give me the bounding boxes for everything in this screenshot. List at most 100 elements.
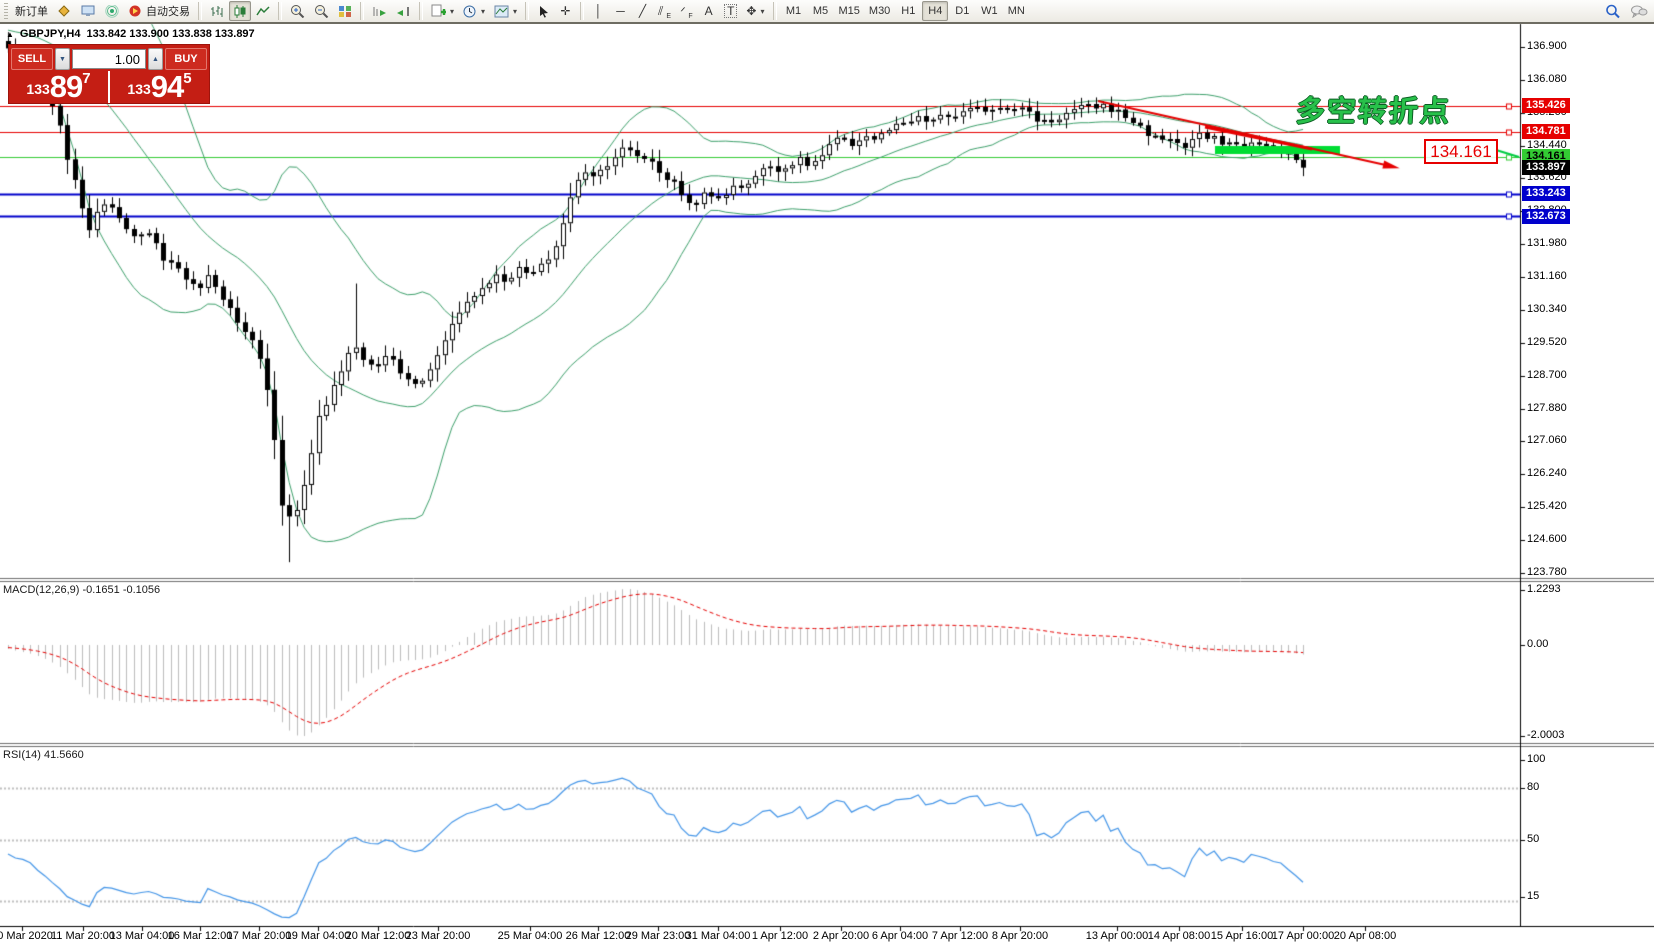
signal-icon bbox=[105, 5, 120, 18]
rsi-tick-label: 80 bbox=[1527, 781, 1539, 793]
timeframe-h4[interactable]: H4 bbox=[922, 1, 948, 21]
channel-tool-button[interactable]: ⫽ E bbox=[654, 1, 675, 21]
arrows-icon: ✥ bbox=[746, 5, 756, 17]
add-indicator-caret[interactable]: ▾ bbox=[450, 7, 454, 16]
price-tag-135.426: 135.426 bbox=[1522, 98, 1570, 113]
rsi-tick-label: 100 bbox=[1527, 753, 1545, 765]
text-label-icon: T bbox=[724, 4, 737, 18]
chart-area[interactable] bbox=[0, 0, 1654, 948]
price-tick-label: 123.780 bbox=[1527, 566, 1567, 578]
bar-chart-icon bbox=[210, 5, 224, 18]
time-axis-label: 17 Mar 20:00 bbox=[227, 930, 292, 942]
channel-letter: E bbox=[666, 13, 671, 20]
sell-price-sup: 7 bbox=[82, 72, 90, 86]
timeframe-m30[interactable]: M30 bbox=[865, 1, 894, 21]
price-level-box[interactable]: 134.161 bbox=[1424, 139, 1498, 164]
hline-tool-button[interactable]: ─ bbox=[610, 1, 631, 21]
time-axis-label: 8 Apr 20:00 bbox=[992, 930, 1048, 942]
time-axis-label: 29 Mar 23:00 bbox=[626, 930, 691, 942]
chart-shift-icon bbox=[396, 5, 411, 18]
buy-price-prefix: 133 bbox=[127, 76, 150, 102]
bar-chart-button[interactable] bbox=[206, 1, 228, 21]
time-axis-label: 14 Apr 08:00 bbox=[1148, 930, 1210, 942]
symbol-info[interactable]: ▲ GBPJPY,H4 133.842 133.900 133.838 133.… bbox=[6, 28, 255, 40]
rsi-indicator-label: RSI(14) 41.5660 bbox=[3, 749, 84, 761]
time-axis-label: 16 Mar 12:00 bbox=[168, 930, 233, 942]
time-axis-label: 7 Apr 12:00 bbox=[932, 930, 988, 942]
sell-price[interactable]: 133 89 7 bbox=[9, 71, 110, 103]
price-tick-label: 124.600 bbox=[1527, 533, 1567, 545]
channel-icon: ⫽ bbox=[658, 5, 663, 17]
charts-profile-button[interactable] bbox=[53, 1, 76, 21]
timeframe-m5[interactable]: M5 bbox=[808, 1, 834, 21]
auto-scroll-button[interactable] bbox=[368, 1, 391, 21]
cursor-tool-button[interactable] bbox=[533, 1, 554, 21]
autotrading-label: 自动交易 bbox=[146, 3, 190, 19]
candlestick-chart-button[interactable] bbox=[229, 1, 251, 21]
market-watch-button[interactable] bbox=[77, 1, 100, 21]
price-tick-label: 127.880 bbox=[1527, 402, 1567, 414]
price-tick-label: 136.080 bbox=[1527, 73, 1567, 85]
chat-icon bbox=[1630, 4, 1648, 18]
arrows-caret[interactable]: ▾ bbox=[760, 7, 764, 16]
tile-windows-button[interactable] bbox=[334, 1, 356, 21]
price-tick-label: 130.340 bbox=[1527, 303, 1567, 315]
timeframe-m15[interactable]: M15 bbox=[835, 1, 864, 21]
toolbar-drag-handle[interactable] bbox=[4, 3, 8, 19]
buy-price[interactable]: 133 94 5 bbox=[110, 71, 209, 103]
autotrading-button[interactable]: 自动交易 bbox=[125, 1, 194, 21]
search-icon bbox=[1605, 4, 1621, 19]
buy-price-sup: 5 bbox=[183, 72, 191, 86]
chart-shift-button[interactable] bbox=[392, 1, 415, 21]
timeframe-bar: M1M5M15M30H1H4D1W1MN bbox=[781, 1, 1030, 21]
symbol-ohlc: 133.842 133.900 133.838 133.897 bbox=[86, 28, 254, 40]
mt4-window: { "window":{"bg":"#ffffff","toolbar_bg":… bbox=[0, 0, 1654, 948]
volume-increase-button[interactable]: ▲ bbox=[148, 48, 163, 70]
periods-button[interactable]: ▾ bbox=[459, 1, 489, 21]
timeframe-m1[interactable]: M1 bbox=[781, 1, 807, 21]
signals-button[interactable] bbox=[101, 1, 124, 21]
macd-tick-label: 1.2293 bbox=[1527, 583, 1561, 595]
timeframe-h1[interactable]: H1 bbox=[895, 1, 921, 21]
add-indicator-button[interactable]: ▾ bbox=[427, 1, 458, 21]
candlestick-chart-icon bbox=[233, 5, 247, 18]
periods-caret[interactable]: ▾ bbox=[481, 7, 485, 16]
time-axis-label: 31 Mar 04:00 bbox=[686, 930, 751, 942]
time-axis-label: 19 Mar 04:00 bbox=[286, 930, 351, 942]
sell-price-big: 89 bbox=[50, 72, 82, 102]
fibonacci-tool-button[interactable]: 𝄍 F bbox=[676, 1, 697, 21]
buy-button[interactable]: BUY bbox=[165, 48, 207, 70]
crosshair-tool-button[interactable]: ✛ bbox=[555, 1, 576, 21]
symbol-name: GBPJPY,H4 bbox=[20, 28, 81, 40]
auto-scroll-icon bbox=[372, 5, 387, 18]
hline-icon: ─ bbox=[616, 5, 625, 17]
volume-input[interactable] bbox=[72, 49, 146, 69]
price-tick-label: 136.900 bbox=[1527, 40, 1567, 52]
templates-caret[interactable]: ▾ bbox=[513, 7, 517, 16]
collapse-icon[interactable]: ▲ bbox=[6, 30, 14, 39]
arrows-tool-button[interactable]: ✥ ▾ bbox=[742, 1, 768, 21]
turning-point-annotation[interactable]: 多空转折点 bbox=[1295, 88, 1452, 130]
templates-button[interactable]: ▾ bbox=[490, 1, 521, 21]
timeframe-w1[interactable]: W1 bbox=[976, 1, 1002, 21]
time-axis-label: 11 Mar 20:00 bbox=[51, 930, 115, 942]
volume-decrease-button[interactable]: ▼ bbox=[55, 48, 70, 70]
time-axis-label: 6 Apr 04:00 bbox=[872, 930, 928, 942]
zoom-in-button[interactable] bbox=[286, 1, 309, 21]
text-label-tool-button[interactable]: T bbox=[720, 1, 741, 21]
price-tag-132.673: 132.673 bbox=[1522, 209, 1570, 224]
zoom-out-button[interactable] bbox=[310, 1, 333, 21]
trendline-tool-button[interactable]: ╱ bbox=[632, 1, 653, 21]
timeframe-d1[interactable]: D1 bbox=[949, 1, 975, 21]
time-axis-label: 15 Apr 16:00 bbox=[1211, 930, 1273, 942]
rsi-tick-label: 15 bbox=[1527, 890, 1539, 902]
new-order-button[interactable]: 新订单 bbox=[11, 1, 52, 21]
sell-button[interactable]: SELL bbox=[11, 48, 53, 70]
one-click-trading-panel: SELL ▼ ▲ BUY 133 89 7 133 94 5 bbox=[8, 44, 210, 104]
chat-button[interactable] bbox=[1626, 1, 1652, 21]
vline-tool-button[interactable]: │ bbox=[588, 1, 609, 21]
timeframe-mn[interactable]: MN bbox=[1003, 1, 1029, 21]
line-chart-button[interactable] bbox=[252, 1, 274, 21]
text-tool-button[interactable]: A bbox=[698, 1, 719, 21]
search-button[interactable] bbox=[1601, 1, 1625, 21]
